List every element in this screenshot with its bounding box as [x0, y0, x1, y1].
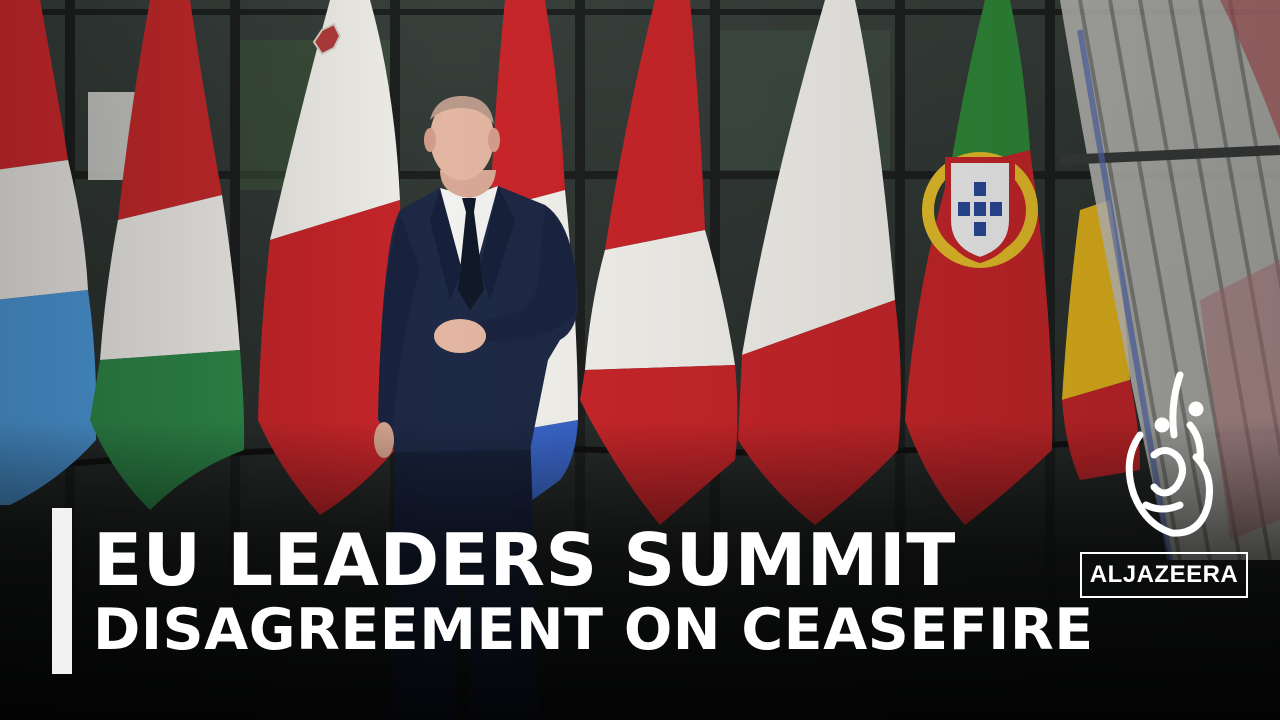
al-jazeera-calligraphy-icon	[1125, 371, 1213, 537]
headline-line-2: DISAGREEMENT ON CEASEFIRE	[93, 597, 1094, 663]
aljazeera-wordmark: ALJAZEERA	[1089, 561, 1239, 588]
aljazeera-wordmark-box: ALJAZEERA	[1080, 552, 1248, 598]
video-frame: EU LEADERS SUMMIT DISAGREEMENT ON CEASEF…	[0, 0, 1280, 720]
headline-line-1: EU LEADERS SUMMIT	[93, 518, 956, 602]
headline-accent-bar	[52, 508, 72, 674]
